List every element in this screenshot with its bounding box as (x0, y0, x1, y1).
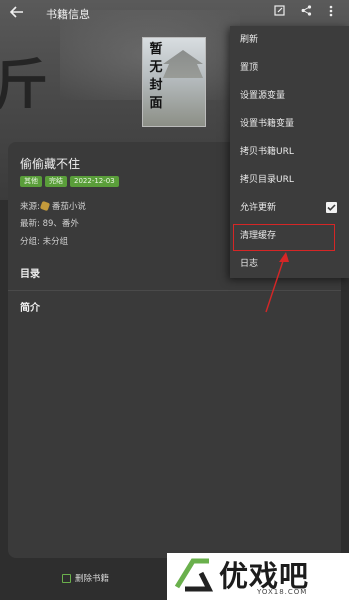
menu-item-copy-toc-url[interactable]: 拷贝目录URL (230, 166, 349, 194)
background-title-char: 斤 (0, 52, 48, 116)
toc-section-title[interactable]: 目录 (20, 265, 40, 280)
tag-category: 其他 (20, 176, 42, 187)
book-tags: 其他 完结 2022-12-03 (20, 176, 119, 187)
source-label: 来源: (20, 202, 40, 212)
source-brush-icon (39, 200, 51, 212)
back-arrow-icon[interactable] (9, 4, 32, 24)
delete-book-label: 删除书籍 (75, 574, 110, 584)
source-line[interactable]: 来源: 番茄小说 (20, 200, 86, 212)
allow-update-checkbox[interactable] (326, 202, 337, 213)
latest-chapter-line: 最新: 89、番外 (20, 219, 79, 229)
menu-item-allow-update[interactable]: 允许更新 (230, 194, 349, 222)
menu-item-pin-top[interactable]: 置顶 (230, 54, 349, 82)
page-title: 书籍信息 (46, 8, 90, 21)
cover-placeholder-text: 暂 无 封 面 (149, 42, 163, 111)
intro-section-title: 简介 (20, 303, 40, 314)
more-vert-icon[interactable] (323, 5, 339, 21)
menu-item-refresh[interactable]: 刷新 (230, 26, 349, 54)
menu-item-copy-book-url[interactable]: 拷贝书籍URL (230, 138, 349, 166)
section-divider (8, 290, 341, 291)
source-value: 番茄小说 (51, 202, 86, 212)
menu-item-set-source-variable[interactable]: 设置源变量 (230, 82, 349, 110)
menu-item-set-book-variable[interactable]: 设置书籍变量 (230, 110, 349, 138)
watermark: 优戏吧 YOX18.COM (167, 553, 349, 600)
app-bar: 书籍信息 (0, 0, 349, 28)
delete-icon (62, 573, 71, 583)
allow-update-label: 允许更新 (240, 203, 277, 213)
clear-cache-highlight-box (233, 224, 335, 251)
cover-pagoda-image (163, 50, 203, 78)
book-title: 偷偷藏不住 (20, 157, 81, 171)
tag-date: 2022-12-03 (70, 176, 119, 187)
check-icon (327, 204, 336, 211)
tag-status: 完结 (45, 176, 67, 187)
book-cover[interactable]: 暂 无 封 面 (142, 37, 206, 127)
delete-book-button[interactable]: 删除书籍 (62, 572, 109, 584)
watermark-logo-icon (174, 558, 213, 592)
edit-icon[interactable] (271, 5, 287, 21)
share-icon[interactable] (298, 5, 314, 21)
group-line[interactable]: 分组: 未分组 (20, 235, 68, 247)
watermark-url: YOX18.COM (257, 588, 308, 596)
menu-item-log[interactable]: 日志 (230, 250, 349, 278)
